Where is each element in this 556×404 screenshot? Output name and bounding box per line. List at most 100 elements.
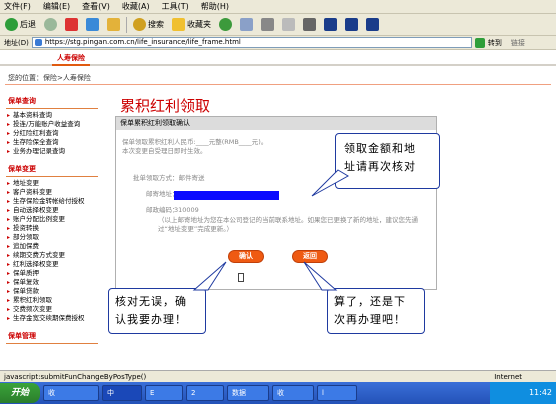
active-tab-underline [52, 64, 90, 66]
sidebar-item-investment-switch[interactable]: 投资转换 [6, 224, 98, 233]
address-bar: 地址(D) https://stg.pingan.com.cn/life_ins… [0, 36, 556, 50]
sidebar-section-change: 保单变更 [6, 162, 98, 177]
task-button[interactable]: E [145, 385, 183, 401]
edit-page-icon [282, 18, 295, 31]
discuss-icon [303, 18, 316, 31]
toolbar-separator [126, 16, 127, 33]
menu-tools[interactable]: 工具(T) [162, 1, 189, 12]
callout-bottom-left: 核对无误，确 认我要办理！ [108, 288, 206, 334]
status-text: javascript:submitFunChangeByPosType() [4, 373, 147, 381]
mail-icon [240, 18, 253, 31]
mail-button[interactable] [238, 16, 255, 34]
sidebar-item-transfer-auth[interactable]: 生存保险金转帐给付授权 [6, 197, 98, 206]
refresh-button[interactable] [84, 16, 101, 34]
tool-icon [345, 18, 358, 31]
menu-file[interactable]: 文件(F) [4, 1, 31, 12]
sidebar-section-query: 保单查询 [6, 94, 98, 109]
sidebar-item-survival[interactable]: 生存险保全查询 [6, 138, 98, 147]
sidebar-item-payment-method[interactable]: 续期交费方式变更 [6, 251, 98, 260]
go-arrow-icon[interactable] [474, 37, 485, 48]
sidebar-item-allocation[interactable]: 账户分配比例变更 [6, 215, 98, 224]
print-button[interactable] [259, 16, 276, 34]
url-field[interactable]: https://stg.pingan.com.cn/life_insurance… [31, 37, 472, 48]
sidebar-item-dividend-withdrawal[interactable]: 累积红利领取 [6, 296, 98, 305]
page-title: 累积红利领取 [120, 97, 211, 115]
links-button[interactable]: 链接 [511, 38, 525, 48]
toolbar: 后退 搜索 收藏夹 [0, 14, 556, 36]
sidebar-item-auto-option[interactable]: 自动选择权变更 [6, 206, 98, 215]
sidebar-item-payment-frequency[interactable]: 交费频次变更 [6, 305, 98, 314]
forward-button[interactable] [42, 16, 59, 34]
sidebar: 保单查询 基本资料查询 投连/万能账户收益查询 分红险红利查询 生存险保全查询 … [6, 94, 98, 370]
address-note: （以上邮寄地址为您在本公司登记的当前联系地址。如果您已更换了新的地址，建议您先通… [158, 216, 418, 233]
sidebar-item-customer-info[interactable]: 客户资料变更 [6, 188, 98, 197]
callout-line: 址请再次核对 [344, 160, 416, 173]
sidebar-item-policy-loan[interactable]: 保单贷款 [6, 287, 98, 296]
tool-icon [324, 18, 337, 31]
history-icon [219, 18, 232, 31]
go-button[interactable]: 转到 [488, 38, 502, 48]
callout-line: 核对无误，确 [115, 295, 187, 308]
sidebar-item-renewal-auth[interactable]: 生存金宽交续期保费授权 [6, 314, 98, 323]
menu-favorites[interactable]: 收藏(A) [122, 1, 150, 12]
sidebar-item-reinstatement[interactable]: 保单复效 [6, 278, 98, 287]
menu-help[interactable]: 帮助(H) [201, 1, 229, 12]
back-button[interactable]: 后退 [3, 16, 38, 34]
back-arrow-icon [5, 18, 18, 31]
web-page: 人寿保险 您的位置：保险>人寿保险 保单查询 基本资料查询 投连/万能账户收益查… [0, 50, 556, 370]
divider [5, 84, 551, 85]
callout-pointer [192, 261, 227, 291]
address-label: 地址(D) [4, 38, 29, 47]
mouse-cursor-icon [238, 273, 244, 282]
confirm-button[interactable]: 确认 [228, 250, 264, 263]
search-button[interactable]: 搜索 [131, 16, 166, 34]
system-tray: 11:42 [490, 382, 556, 404]
task-button[interactable]: 2 [186, 385, 224, 401]
sidebar-item-dividend[interactable]: 分红险红利查询 [6, 129, 98, 138]
extra-tool-button-1[interactable] [322, 16, 339, 34]
clock: 11:42 [528, 388, 552, 397]
task-button[interactable]: 中 [102, 385, 142, 401]
menu-edit[interactable]: 编辑(E) [43, 1, 70, 12]
menu-view[interactable]: 查看(V) [82, 1, 110, 12]
search-icon [133, 18, 146, 31]
task-button[interactable]: 收 [272, 385, 314, 401]
discuss-button[interactable] [301, 16, 318, 34]
status-bar: javascript:submitFunChangeByPosType() In… [0, 370, 556, 382]
task-button[interactable]: 收 [43, 385, 99, 401]
stop-icon [65, 18, 78, 31]
callout-line: 领取金额和地 [344, 142, 416, 155]
back-label: 后退 [20, 20, 36, 29]
callout-line: 认我要办理！ [115, 313, 187, 326]
sidebar-section-management: 保单管理 [6, 329, 98, 344]
sidebar-item-partial-withdrawal[interactable]: 部分领取 [6, 233, 98, 242]
sidebar-item-address-change[interactable]: 地址变更 [6, 179, 98, 188]
edit-button[interactable] [280, 16, 297, 34]
forward-arrow-icon [44, 18, 57, 31]
callout-line: 算了，还是下 [334, 295, 406, 308]
tool-icon [366, 18, 379, 31]
mail-address-redacted [174, 191, 279, 200]
home-icon [107, 18, 120, 31]
sidebar-item-additional-premium[interactable]: 追加保费 [6, 242, 98, 251]
sidebar-item-dividend-option[interactable]: 红利选择权变更 [6, 260, 98, 269]
task-button[interactable]: l [317, 385, 357, 401]
home-button[interactable] [105, 16, 122, 34]
refresh-icon [86, 18, 99, 31]
sidebar-item-account-yield[interactable]: 投连/万能账户收益查询 [6, 120, 98, 129]
history-button[interactable] [217, 16, 234, 34]
menu-bar: 文件(F) 编辑(E) 查看(V) 收藏(A) 工具(T) 帮助(H) [0, 0, 556, 14]
sidebar-item-policy-pledge[interactable]: 保单质押 [6, 269, 98, 278]
stop-button[interactable] [63, 16, 80, 34]
taskbar: 开始 收 中 E 2 数据 收 l 11:42 [0, 382, 556, 404]
start-button[interactable]: 开始 [0, 383, 40, 403]
sidebar-item-records[interactable]: 业务办理记录查询 [6, 147, 98, 156]
receive-method: 批单领取方式：邮件寄送 [133, 174, 205, 182]
postcode-value: 310009 [174, 206, 199, 214]
search-label: 搜索 [148, 20, 164, 29]
task-button[interactable]: 数据 [227, 385, 269, 401]
extra-tool-button-2[interactable] [343, 16, 360, 34]
favorites-button[interactable]: 收藏夹 [170, 16, 213, 34]
extra-tool-button-3[interactable] [364, 16, 381, 34]
sidebar-item-basic-info[interactable]: 基本资料查询 [6, 111, 98, 120]
